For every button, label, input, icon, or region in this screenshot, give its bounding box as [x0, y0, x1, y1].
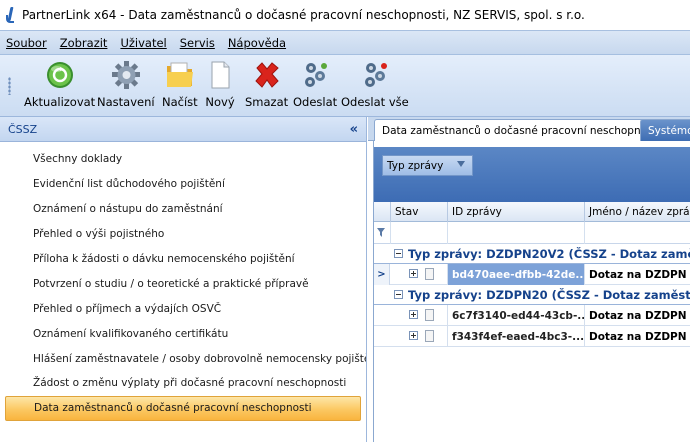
collapse-group-icon[interactable] [394, 290, 403, 299]
navigation-panel-header: ČSSZ « [0, 117, 366, 142]
tab-data-zamestnancu[interactable]: Data zaměstnanců o dočasné pracovní nesc… [374, 119, 668, 142]
menu-soubor[interactable]: Soubor [6, 36, 47, 50]
document-icon [425, 309, 434, 321]
load-button[interactable]: Načíst [162, 60, 198, 112]
collapse-group-icon[interactable] [394, 249, 403, 258]
column-header-name[interactable]: Jméno / název zprá [584, 202, 690, 222]
new-document-icon [211, 61, 230, 89]
chevron-down-icon [457, 161, 465, 167]
refresh-button[interactable]: Aktualizovat [24, 60, 95, 112]
delete-label: Smazat [245, 95, 289, 109]
table-row[interactable]: 6c7f3140-ed44-43cb-... Dotaz na DZDPN [374, 305, 690, 326]
filter-icon[interactable] [377, 228, 385, 237]
column-header-id[interactable]: ID zprávy [447, 202, 584, 222]
document-icon [425, 268, 434, 280]
delete-button[interactable]: Smazat [245, 60, 288, 112]
title-bar: PartnerLink x64 - Data zaměstnanců o doč… [0, 0, 690, 30]
gear-icon [111, 61, 140, 89]
tab-strip: Data zaměstnanců o dočasné pracovní nesc… [368, 117, 690, 142]
menu-napoveda[interactable]: Nápověda [228, 36, 286, 50]
app-logo-icon [6, 7, 16, 23]
toolbar-grip-handle[interactable] [8, 77, 11, 95]
cell-message-id[interactable]: bd470aee-dfbb-42de... [447, 264, 584, 285]
document-type-list: Všechny doklady Evidenční list důchodové… [0, 147, 366, 421]
column-header-stav[interactable]: Stav [390, 202, 447, 222]
menu-uzivatel[interactable]: Uživatel [120, 36, 166, 50]
menu-zobrazit[interactable]: Zobrazit [60, 36, 108, 50]
send-all-label: Odeslat vše [341, 95, 409, 109]
filter-cell-stav[interactable] [390, 222, 447, 244]
expand-row-icon[interactable] [409, 269, 418, 278]
group-row[interactable]: Typ zprávy: DZDPN20V2 (ČSSZ - Dotaz zamě… [374, 244, 690, 264]
settings-button[interactable]: Nastavení [97, 60, 155, 112]
filter-cell-id[interactable] [447, 222, 584, 244]
group-by-chip[interactable]: Typ zprávy [382, 155, 473, 176]
cell-message-name[interactable]: Dotaz na DZDPN [584, 305, 690, 326]
filter-row [374, 222, 690, 244]
nav-item-hlaseni-zamestnavatele[interactable]: Hlášení zaměstnavatele / osoby dobrovoln… [0, 346, 366, 371]
new-button[interactable]: Nový [205, 60, 235, 112]
new-label: Nový [205, 95, 235, 109]
menu-servis[interactable]: Servis [180, 36, 215, 50]
send-button[interactable]: Odeslat [293, 60, 337, 112]
load-label: Načíst [162, 95, 198, 109]
messages-grid: Stav ID zprávy Jméno / název zprá Typ zp… [374, 202, 690, 347]
expand-row-icon[interactable] [409, 310, 418, 319]
table-row[interactable]: > bd470aee-dfbb-42de... Dotaz na DZDPN [374, 264, 690, 285]
group-by-panel: Typ zprávy [374, 147, 690, 202]
nav-item-oznameni-certifikat[interactable]: Oznámení kvalifikovaného certifikátu [0, 321, 366, 346]
expand-row-icon[interactable] [409, 331, 418, 340]
nav-item-vsechny-doklady[interactable]: Všechny doklady [0, 147, 366, 172]
delete-icon [254, 62, 279, 88]
toolbar: Aktualizovat Nastavení Načíst Nový Smaza… [0, 55, 690, 117]
nav-item-evidencni-list[interactable]: Evidenční list důchodového pojištění [0, 172, 366, 197]
cell-message-id[interactable]: f343f4ef-eaed-4bc3-... [447, 326, 584, 347]
send-label: Odeslat [293, 95, 338, 109]
nav-item-prehled-pojistne[interactable]: Přehled o výši pojistného [0, 222, 366, 247]
grid-header: Stav ID zprávy Jméno / název zprá [374, 202, 690, 222]
settings-label: Nastavení [97, 95, 155, 109]
table-row[interactable]: f343f4ef-eaed-4bc3-... Dotaz na DZDPN [374, 326, 690, 347]
folder-icon [166, 62, 193, 87]
content-panel: Data zaměstnanců o dočasné pracovní nesc… [368, 117, 690, 442]
nav-item-data-zamestnancu[interactable]: Data zaměstnanců o dočasné pracovní nesc… [5, 395, 361, 421]
group-row[interactable]: Typ zprávy: DZDPN20 (ČSSZ - Dotaz zaměst… [374, 285, 690, 305]
refresh-label: Aktualizovat [24, 95, 96, 109]
group-row-label: Typ zprávy: DZDPN20V2 (ČSSZ - Dotaz zamě… [408, 246, 690, 261]
collapse-panel-icon[interactable]: « [350, 122, 358, 137]
document-icon [425, 330, 434, 342]
send-all-button[interactable]: Odeslat vše [341, 60, 409, 112]
menu-bar: Soubor Zobrazit Uživatel Servis Nápověda [0, 30, 690, 55]
nav-item-potvrzeni-studium[interactable]: Potvrzení o studiu / o teoretické a prak… [0, 271, 366, 296]
send-icon [305, 63, 328, 87]
nav-item-prehled-osvc[interactable]: Přehled o příjmech a výdajích OSVČ [0, 296, 366, 321]
tab-systemove[interactable]: Systémové [640, 119, 690, 141]
cell-message-name[interactable]: Dotaz na DZDPN [584, 264, 690, 285]
send-all-icon [364, 63, 387, 87]
navigation-panel-title: ČSSZ [8, 122, 38, 136]
grid-container: Typ zprávy Stav ID zprávy Jméno / název … [373, 141, 690, 442]
nav-item-oznameni-nastup[interactable]: Oznámení o nástupu do zaměstnání [0, 197, 366, 222]
group-by-chip-label: Typ zprávy [387, 159, 444, 172]
row-indicator-icon: > [374, 264, 390, 285]
filter-cell-name[interactable] [584, 222, 690, 244]
cell-message-name[interactable]: Dotaz na DZDPN [584, 326, 690, 347]
nav-item-priloha-davka[interactable]: Příloha k žádosti o dávku nemocenského p… [0, 247, 366, 272]
refresh-icon [46, 62, 73, 88]
nav-item-zadost-zmena-vyplaty[interactable]: Žádost o změnu výplaty při dočasné praco… [0, 371, 366, 396]
navigation-panel: ČSSZ « Všechny doklady Evidenční list dů… [0, 117, 367, 442]
window-title: PartnerLink x64 - Data zaměstnanců o doč… [22, 8, 585, 22]
cell-message-id[interactable]: 6c7f3140-ed44-43cb-... [447, 305, 584, 326]
group-row-label: Typ zprávy: DZDPN20 (ČSSZ - Dotaz zaměst… [408, 287, 690, 302]
